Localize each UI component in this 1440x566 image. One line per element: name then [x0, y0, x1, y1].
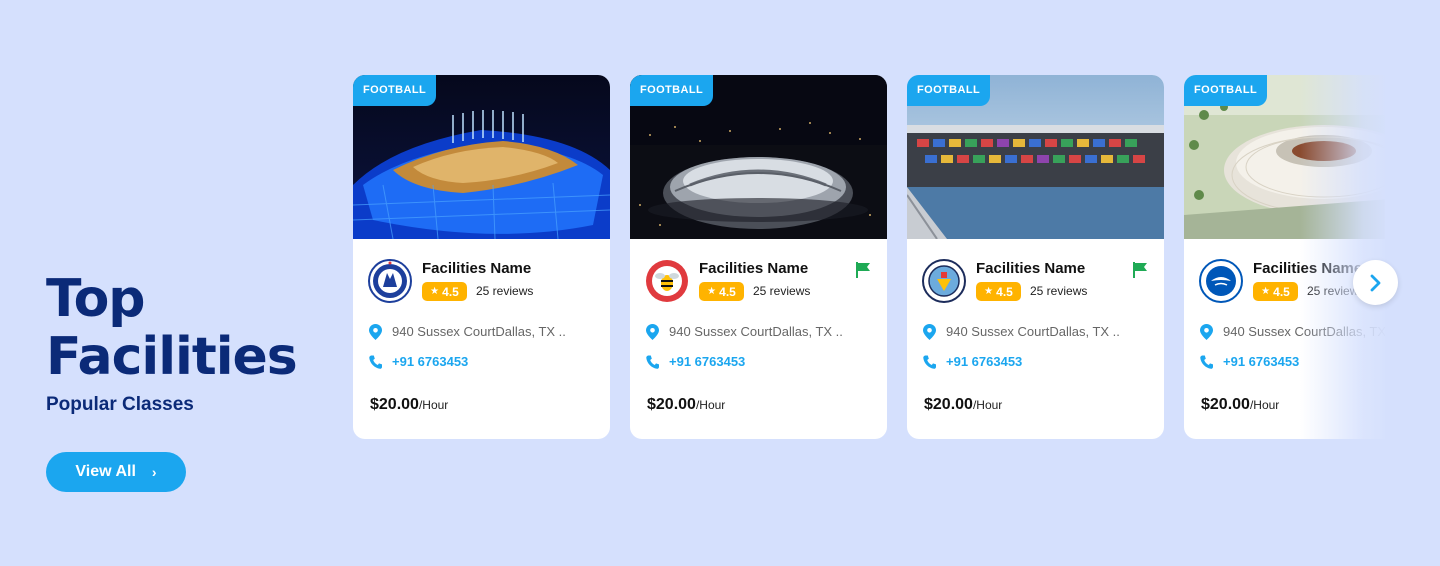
section-title: Top Facilities: [46, 270, 336, 386]
flag-icon[interactable]: [856, 262, 870, 278]
rating-badge: ★ 4.5: [1253, 282, 1298, 301]
price-amount: $20.00: [924, 396, 973, 413]
brentford-crest-icon: [646, 260, 688, 302]
chevron-right-icon: ›: [151, 464, 157, 480]
facility-image: FOOTBALL: [1184, 75, 1385, 239]
rating-value: 4.5: [719, 284, 736, 299]
location-pin-icon: [646, 324, 659, 340]
facility-name: Facilities Name: [976, 260, 1086, 277]
location-pin-icon: [923, 324, 936, 340]
section-subtitle: Popular Classes: [46, 394, 194, 415]
facility-address: 940 Sussex CourtDallas, TX ..: [1223, 324, 1385, 339]
facility-image: FOOTBALL: [630, 75, 887, 239]
rating-badge: ★ 4.5: [976, 282, 1021, 301]
chelsea-crest-icon: [368, 259, 412, 303]
location-pin-icon: [1200, 324, 1213, 340]
location-pin-icon: [369, 324, 382, 340]
facility-price: $20.00/Hour: [924, 396, 1002, 414]
title-line-2: Facilities: [46, 327, 298, 387]
price-amount: $20.00: [1201, 396, 1250, 413]
rating-value: 4.5: [1273, 284, 1290, 299]
facility-phone[interactable]: +91 6763453: [392, 354, 468, 369]
facility-price: $20.00/Hour: [1201, 396, 1279, 414]
facility-card[interactable]: FOOTBALL Facilities Name ★ 4.5 25 review…: [907, 75, 1164, 439]
facility-address: 940 Sussex CourtDallas, TX ..: [392, 324, 566, 339]
rating-value: 4.5: [442, 284, 459, 299]
manchester-city-crest-icon: [922, 259, 966, 303]
price-unit: /Hour: [695, 398, 726, 412]
facility-name: Facilities Name: [1253, 260, 1363, 277]
price-unit: /Hour: [418, 398, 449, 412]
section-header: Top Facilities Popular Classes: [46, 270, 336, 416]
facility-image: FOOTBALL: [353, 75, 610, 239]
brighton-crest-icon: [1199, 259, 1243, 303]
flag-icon[interactable]: [1133, 262, 1147, 278]
category-tag: FOOTBALL: [630, 75, 714, 106]
category-tag: FOOTBALL: [1184, 75, 1268, 106]
facility-image: FOOTBALL: [907, 75, 1164, 239]
price-unit: /Hour: [1249, 398, 1280, 412]
reviews-count: 25 reviews: [476, 284, 534, 298]
facilities-carousel: FOOTBALL Facilities Name ★ 4.5 25 review…: [353, 75, 1385, 440]
rating-badge: ★ 4.5: [699, 282, 744, 301]
phone-icon: [369, 355, 382, 369]
star-icon: ★: [984, 286, 994, 297]
facility-card[interactable]: FOOTBALL Facilities Name ★ 4.5 25 review…: [353, 75, 610, 439]
facility-phone[interactable]: +91 6763453: [1223, 354, 1299, 369]
facility-name: Facilities Name: [422, 260, 532, 277]
phone-icon: [646, 355, 659, 369]
rating-badge: ★ 4.5: [422, 282, 467, 301]
facility-address: 940 Sussex CourtDallas, TX ..: [946, 324, 1120, 339]
chevron-right-icon: [1370, 274, 1380, 291]
view-all-button[interactable]: View All ›: [46, 452, 186, 492]
phone-icon: [923, 355, 936, 369]
facility-phone[interactable]: +91 6763453: [669, 354, 745, 369]
phone-icon: [1200, 355, 1213, 369]
reviews-count: 25 reviews: [1030, 284, 1088, 298]
price-amount: $20.00: [370, 396, 419, 413]
facility-price: $20.00/Hour: [647, 396, 725, 414]
facility-price: $20.00/Hour: [370, 396, 448, 414]
facility-phone[interactable]: +91 6763453: [946, 354, 1022, 369]
category-tag: FOOTBALL: [353, 75, 437, 106]
facility-card[interactable]: FOOTBALL Facilities Name ★ 4.5 25 review…: [1184, 75, 1385, 439]
price-unit: /Hour: [972, 398, 1003, 412]
view-all-label: View All: [75, 463, 136, 480]
star-icon: ★: [707, 286, 717, 297]
reviews-count: 25 reviews: [753, 284, 811, 298]
facility-name: Facilities Name: [699, 260, 809, 277]
category-tag: FOOTBALL: [907, 75, 991, 106]
facility-address: 940 Sussex CourtDallas, TX ..: [669, 324, 843, 339]
facility-card[interactable]: FOOTBALL Facilities Name ★ 4.5 25 review…: [630, 75, 887, 439]
price-amount: $20.00: [647, 396, 696, 413]
star-icon: ★: [430, 286, 440, 297]
title-line-1: Top: [46, 269, 146, 329]
star-icon: ★: [1261, 286, 1271, 297]
rating-value: 4.5: [996, 284, 1013, 299]
carousel-next-button[interactable]: [1353, 260, 1398, 305]
